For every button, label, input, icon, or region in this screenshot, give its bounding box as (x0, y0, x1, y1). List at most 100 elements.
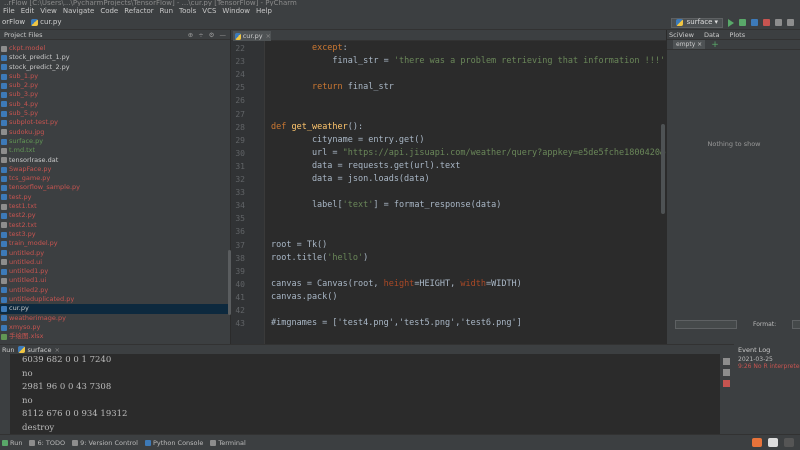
file-tree-item[interactable]: sub_3.py (0, 90, 231, 99)
trash-icon[interactable] (723, 369, 730, 376)
file-tree-item[interactable]: untitled.py (0, 249, 231, 258)
file-tree-item[interactable]: ckpt.model (0, 44, 231, 53)
file-tree-item[interactable]: SwapFace.py (0, 165, 231, 174)
close-icon[interactable]: × (55, 346, 60, 354)
search-icon[interactable] (787, 19, 794, 26)
file-tree-item[interactable]: weatherimage.py (0, 314, 231, 323)
file-tree-item[interactable]: untitled1.ui (0, 276, 231, 285)
code-text: return final_str (311, 82, 394, 93)
tool-window-run[interactable]: Run (2, 439, 22, 447)
run-config-select[interactable]: surface ▾ (670, 17, 723, 28)
file-tree-item[interactable]: tensorlrase.dat (0, 156, 231, 165)
file-tree-item[interactable]: untitleduplicated.py (0, 295, 231, 304)
code-line: 31 data = requests.get(url).text (231, 160, 666, 173)
console-output[interactable]: 6039 682 0 0 1 7240 no 2981 96 0 0 43 7308… (10, 354, 710, 434)
menu-item-window[interactable]: Window (219, 7, 253, 15)
editor-tab-label: cur.py (242, 32, 263, 40)
file-tree-item[interactable]: test.py (0, 193, 231, 202)
menu-item-help[interactable]: Help (253, 7, 275, 15)
file-tree-item[interactable]: sudoku.jpg (0, 128, 231, 137)
file-tree-item[interactable]: stock_predict_2.py (0, 63, 231, 72)
editor-scrollbar[interactable] (661, 124, 665, 214)
file-icon (1, 110, 7, 117)
editor-tab-active[interactable]: cur.py × (233, 31, 271, 41)
file-tree-item[interactable]: sub_1.py (0, 72, 231, 81)
event-log-date: 2021-03-25 (738, 356, 773, 363)
menu-item-refactor[interactable]: Refactor (121, 7, 156, 15)
menu-item-edit[interactable]: Edit (18, 7, 38, 15)
run-panel-title: Run (2, 345, 15, 354)
sync-icon[interactable]: ⊕ (188, 31, 193, 39)
format-input[interactable] (792, 320, 800, 329)
file-tree-item[interactable]: test2.txt (0, 221, 231, 230)
menu-item-tools[interactable]: Tools (176, 7, 199, 15)
line-number: 23 (235, 57, 245, 67)
stop-icon[interactable] (763, 19, 770, 26)
menu-item-navigate[interactable]: Navigate (60, 7, 97, 15)
app-icon[interactable] (768, 438, 778, 447)
file-tree-item[interactable]: sub_4.py (0, 100, 231, 109)
breadcrumb-project[interactable]: orFlow (2, 18, 25, 26)
file-tree-item[interactable]: sub_2.py (0, 81, 231, 90)
run-panel-config[interactable]: surface (27, 346, 51, 354)
file-tree-item[interactable]: sub_5.py (0, 109, 231, 118)
file-tree-item[interactable]: xmyso.py (0, 323, 231, 332)
tab-sciview[interactable]: SciView (669, 31, 694, 39)
app-icon[interactable] (752, 438, 762, 447)
tab-plots[interactable]: Plots (729, 31, 745, 39)
close-icon[interactable]: × (697, 41, 702, 48)
file-tree-item[interactable]: stock_predict_1.py (0, 53, 231, 62)
print-icon[interactable] (723, 358, 730, 365)
menu-item-file[interactable]: File (0, 7, 18, 15)
close-icon[interactable]: × (266, 32, 271, 40)
project-panel-title[interactable]: Project Files (4, 31, 43, 39)
menu-item-vcs[interactable]: VCS (199, 7, 219, 15)
file-tree-item[interactable]: untitled1.py (0, 267, 231, 276)
tool-window-python-console[interactable]: Python Console (144, 439, 203, 447)
file-tree-item[interactable]: test1.txt (0, 202, 231, 211)
file-icon (1, 222, 7, 229)
file-icon (1, 92, 7, 99)
file-icon (1, 259, 7, 266)
tab-empty[interactable]: empty × (673, 40, 706, 49)
tool-window-6-todo[interactable]: 6: TODO (29, 439, 65, 447)
file-tree-item[interactable]: train_model.py (0, 239, 231, 248)
code-line: 28 def get_weather(): (231, 121, 666, 134)
file-tree-item[interactable]: untitled.ui (0, 258, 231, 267)
file-icon (1, 305, 7, 312)
collapse-icon[interactable]: ÷ (198, 31, 203, 39)
menu-item-code[interactable]: Code (97, 7, 121, 15)
debug-icon[interactable] (739, 19, 746, 26)
file-tree-item[interactable]: t.md.txt (0, 146, 231, 155)
tool-window-terminal[interactable]: Terminal (210, 439, 246, 447)
app-icon[interactable] (784, 438, 794, 447)
gear-icon[interactable]: ⚙ (209, 31, 215, 39)
file-tree-item[interactable]: tcs_game.py (0, 174, 231, 183)
code-text: data = json.loads(data) (271, 174, 430, 184)
file-tree-item[interactable]: subplot-test.py (0, 118, 231, 127)
settings-icon[interactable] (775, 19, 782, 26)
tool-window-9-version-control[interactable]: 9: Version Control (72, 439, 138, 447)
file-tree-item[interactable]: surface.py (0, 137, 231, 146)
file-tree-item[interactable]: tensorflow_sample.py (0, 183, 231, 192)
run-panel-header: Run surface × (0, 344, 800, 354)
file-tree-item[interactable]: test2.py (0, 211, 231, 220)
code-editor[interactable]: 22 except: 23 final_str = 'there was a pr… (231, 41, 666, 344)
slice-input[interactable] (675, 320, 737, 329)
menu-item-run[interactable]: Run (157, 7, 176, 15)
breadcrumb-file[interactable]: cur.py (31, 18, 61, 26)
hide-icon[interactable]: — (220, 31, 227, 39)
run-icon[interactable] (728, 18, 734, 27)
file-tree-item[interactable]: cur.py (0, 304, 231, 314)
console-line: no (22, 395, 33, 406)
tab-data[interactable]: Data (704, 31, 720, 39)
add-icon[interactable]: + (711, 40, 719, 50)
menu-item-view[interactable]: View (37, 7, 60, 15)
file-tree-item[interactable]: untitled2.py (0, 286, 231, 295)
event-log-message[interactable]: 9:26 No R interpreter d (734, 363, 800, 370)
file-tree-item[interactable]: test3.py (0, 230, 231, 239)
line-number: 41 (235, 292, 245, 302)
file-tree-item[interactable]: 手绘图.xlsx (0, 332, 231, 341)
stop-icon[interactable] (723, 380, 730, 387)
coverage-icon[interactable] (751, 19, 758, 26)
